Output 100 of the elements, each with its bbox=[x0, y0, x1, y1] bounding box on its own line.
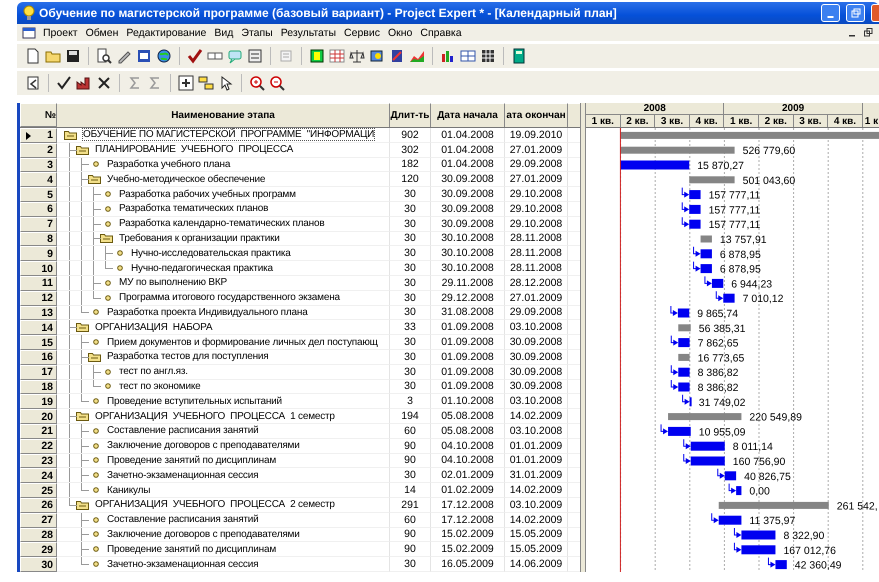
row-number[interactable]: 26 bbox=[20, 498, 57, 513]
minimize-button[interactable] bbox=[821, 4, 840, 22]
bullet-icon bbox=[105, 383, 111, 390]
bullet-icon bbox=[105, 206, 111, 212]
row-number[interactable]: 7 bbox=[20, 216, 57, 232]
task-bar[interactable] bbox=[690, 397, 692, 406]
maximize-button[interactable] bbox=[846, 4, 865, 22]
small-table-icon[interactable] bbox=[460, 48, 476, 64]
row-number[interactable]: 10 bbox=[20, 261, 57, 276]
menu-item[interactable]: Редактирование bbox=[122, 26, 210, 38]
row-number[interactable]: 24 bbox=[20, 468, 57, 484]
menu-item[interactable]: Окно bbox=[384, 26, 416, 38]
folder-icon[interactable] bbox=[100, 233, 112, 244]
row-number[interactable]: 16 bbox=[20, 350, 57, 365]
cross-icon[interactable] bbox=[96, 75, 112, 91]
date-cell: 29.10.2008 bbox=[505, 202, 568, 217]
row-number[interactable]: 2 bbox=[20, 142, 57, 158]
quarter-header: 4 кв. bbox=[828, 115, 863, 127]
row-number[interactable]: 21 bbox=[20, 424, 57, 439]
row-number[interactable]: 9 bbox=[20, 246, 57, 262]
stage-name: тест по экономике bbox=[119, 380, 200, 392]
menu-item[interactable]: Сервис bbox=[340, 26, 384, 38]
column-header[interactable]: ата окончан bbox=[505, 103, 568, 127]
back-page-icon[interactable] bbox=[25, 75, 41, 91]
page-magnifier-icon[interactable] bbox=[96, 48, 112, 64]
row-number[interactable]: 3 bbox=[20, 158, 57, 172]
cabinet-icon[interactable] bbox=[247, 48, 263, 64]
row-number[interactable]: 18 bbox=[20, 380, 57, 394]
row-number[interactable]: 30 bbox=[20, 557, 57, 572]
menu-item[interactable]: Результаты bbox=[276, 26, 340, 38]
row-number[interactable]: 6 bbox=[20, 202, 57, 217]
row-number[interactable]: 11 bbox=[20, 276, 57, 291]
column-header[interactable]: Длит-ть bbox=[390, 103, 431, 127]
date-cell: 28.12.2008 bbox=[505, 276, 568, 291]
close-button[interactable] bbox=[871, 4, 879, 22]
column-header[interactable]: № bbox=[20, 103, 57, 127]
folder-icon[interactable] bbox=[76, 322, 88, 332]
document-icon[interactable] bbox=[25, 48, 41, 64]
row-number[interactable]: 1 bbox=[20, 128, 57, 143]
plus-box-icon[interactable] bbox=[178, 75, 194, 91]
calculator-icon[interactable] bbox=[511, 48, 527, 64]
folder-icon[interactable] bbox=[76, 500, 88, 510]
stage-name: тест по англ.яз. bbox=[119, 366, 188, 378]
menu-item[interactable]: Проект bbox=[39, 26, 82, 38]
row-number[interactable]: 12 bbox=[20, 290, 57, 306]
panel-icon[interactable] bbox=[309, 48, 325, 64]
folder-icon[interactable] bbox=[76, 144, 88, 155]
zoom-out-icon[interactable] bbox=[269, 75, 285, 91]
folder-icon[interactable] bbox=[88, 352, 100, 362]
row-number[interactable]: 23 bbox=[20, 454, 57, 468]
restore-icon[interactable] bbox=[864, 28, 873, 37]
folder-icon[interactable] bbox=[64, 130, 76, 140]
cost-label: 56 385,31 bbox=[698, 322, 746, 335]
row-number[interactable]: 13 bbox=[20, 306, 57, 320]
row-number[interactable]: 20 bbox=[20, 409, 57, 424]
cost-label: 157 777,11 bbox=[708, 204, 760, 216]
row-number[interactable]: 28 bbox=[20, 528, 57, 542]
date-cell: 31.01.2009 bbox=[505, 468, 568, 484]
task-bar[interactable] bbox=[736, 486, 742, 496]
row-number[interactable]: 25 bbox=[20, 483, 57, 498]
bar-chart-icon[interactable] bbox=[440, 48, 456, 64]
row-number[interactable]: 19 bbox=[20, 394, 57, 410]
row-number[interactable]: 8 bbox=[20, 232, 57, 246]
page-frame-icon[interactable] bbox=[136, 48, 152, 64]
cost-label: 167 012,76 bbox=[783, 544, 836, 557]
grid-icon[interactable] bbox=[480, 48, 496, 64]
summary-bar[interactable] bbox=[678, 354, 690, 361]
date-cell: 30.09.2008 bbox=[431, 202, 505, 217]
zoom-in-icon[interactable] bbox=[249, 75, 265, 91]
menu-item[interactable]: Справка bbox=[416, 26, 466, 38]
row-number[interactable]: 14 bbox=[20, 320, 57, 336]
row-number[interactable]: 27 bbox=[20, 512, 57, 528]
menu-item[interactable]: Обмен bbox=[82, 26, 122, 38]
row-number[interactable]: 17 bbox=[20, 364, 57, 380]
tick-icon[interactable] bbox=[56, 75, 72, 91]
row-number[interactable]: 15 bbox=[20, 335, 57, 350]
window-icon[interactable] bbox=[22, 26, 36, 38]
summary-bar[interactable] bbox=[718, 502, 829, 509]
column-header[interactable]: Дата начала bbox=[431, 103, 505, 127]
row-number[interactable]: 5 bbox=[20, 187, 57, 202]
quarter-header: 2 кв. bbox=[620, 115, 656, 127]
summary-bar[interactable] bbox=[668, 413, 742, 420]
boxes-icon[interactable] bbox=[198, 75, 214, 91]
row-number[interactable]: 29 bbox=[20, 542, 57, 558]
factory-icon[interactable] bbox=[76, 75, 92, 91]
row-number[interactable]: 22 bbox=[20, 438, 57, 454]
folder-icon[interactable] bbox=[76, 411, 88, 422]
duration-cell: 30 bbox=[390, 557, 431, 572]
menu-item[interactable]: Вид bbox=[210, 26, 238, 38]
globe-icon[interactable] bbox=[156, 48, 172, 64]
duration-cell: 291 bbox=[390, 498, 431, 513]
summary-bar[interactable] bbox=[620, 132, 879, 139]
scales-icon[interactable] bbox=[349, 48, 365, 64]
menu-item[interactable]: Этапы bbox=[237, 26, 277, 38]
chart-grid-icon[interactable] bbox=[329, 48, 345, 64]
checkmark-icon[interactable] bbox=[187, 48, 203, 64]
folder-icon[interactable] bbox=[88, 174, 100, 184]
date-cell: 16.05.2009 bbox=[431, 557, 505, 572]
row-number[interactable]: 4 bbox=[20, 172, 57, 188]
column-header[interactable]: Наименование этапа bbox=[57, 103, 390, 127]
